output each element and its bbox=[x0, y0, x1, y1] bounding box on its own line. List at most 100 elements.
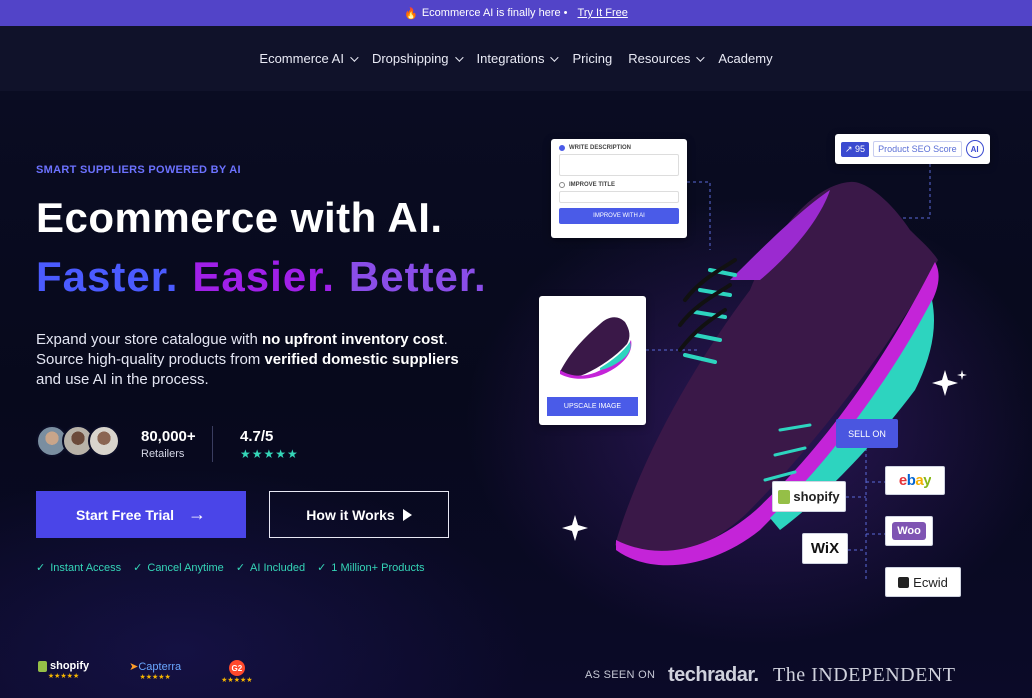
desc-bold: verified domestic suppliers bbox=[264, 351, 459, 368]
nav-integrations[interactable]: Integrations bbox=[476, 51, 560, 66]
ecwid-logo[interactable]: Ecwid bbox=[885, 567, 961, 597]
review-badges: shopify ★★★★★ ➤Capterra ★★★★★ G2 ★★★★★ bbox=[38, 660, 253, 684]
capterra-badge-label: ➤Capterra bbox=[129, 660, 181, 673]
sneaker-thumbnail bbox=[560, 317, 632, 379]
chevron-down-icon bbox=[696, 52, 706, 62]
ecwid-label: Ecwid bbox=[913, 574, 948, 590]
rating-value: 4.7/5 bbox=[240, 428, 274, 445]
check-item: ✓ 1 Million+ Products bbox=[317, 561, 425, 575]
seo-score-label: Product SEO Score bbox=[873, 141, 962, 157]
try-it-free-link[interactable]: Try It Free bbox=[578, 7, 628, 19]
button-label: Start Free Trial bbox=[75, 506, 175, 523]
option-label: IMPROVE TITLE bbox=[569, 182, 616, 188]
shopping-bag-icon bbox=[778, 489, 791, 504]
techradar-logo: techradar. bbox=[668, 664, 759, 686]
ecwid-icon bbox=[898, 576, 910, 588]
shopify-badge-label: shopify bbox=[38, 660, 89, 672]
retailers-stat: 80,000+ Retailers bbox=[141, 428, 196, 460]
fire-icon: 🔥 bbox=[404, 7, 418, 20]
g2-review-badge[interactable]: G2 ★★★★★ bbox=[221, 660, 253, 684]
option-label: WRITE DESCRIPTION bbox=[569, 145, 632, 151]
nav-academy[interactable]: Academy bbox=[718, 51, 772, 66]
nav-label: Ecommerce AI bbox=[259, 51, 344, 66]
check-label: Cancel Anytime bbox=[147, 561, 224, 574]
chevron-down-icon bbox=[350, 52, 359, 62]
title-input[interactable] bbox=[559, 191, 679, 203]
check-label: 1 Million+ Products bbox=[331, 561, 425, 574]
sell-on-badge[interactable]: SELL ON bbox=[836, 419, 898, 448]
shopify-review-badge[interactable]: shopify ★★★★★ bbox=[38, 660, 89, 684]
badge-stars: ★★★★★ bbox=[139, 674, 171, 681]
avatar bbox=[88, 425, 120, 457]
description-textarea[interactable] bbox=[559, 154, 679, 176]
subheadline-word: Better. bbox=[348, 253, 487, 300]
how-it-works-button[interactable]: How it Works bbox=[269, 491, 449, 538]
hero-kicker: SMART SUPPLIERS POWERED BY AI bbox=[36, 164, 241, 176]
nav-dropshipping[interactable]: Dropshipping bbox=[371, 51, 464, 66]
check-label: Instant Access bbox=[50, 561, 122, 574]
nav-label: Dropshipping bbox=[371, 51, 449, 66]
seo-score-value: ↗ 95 bbox=[841, 141, 870, 157]
shopping-bag-icon bbox=[38, 660, 47, 672]
seo-score-card: ↗ 95 Product SEO Score AI bbox=[835, 134, 990, 164]
hero-subheadline: Faster. Easier. Better. bbox=[36, 253, 487, 301]
retailers-label: Retailers bbox=[141, 448, 185, 460]
radio-selected-icon[interactable] bbox=[559, 145, 565, 151]
check-label: AI Included bbox=[250, 561, 306, 574]
nav-label: Resources bbox=[628, 51, 691, 66]
desc-text: Expand your store catalogue with bbox=[36, 331, 262, 348]
arrow-right-icon: → bbox=[188, 504, 207, 524]
subheadline-word: Faster. bbox=[36, 253, 179, 300]
rating-stars: ★★★★★ bbox=[240, 447, 299, 461]
rating-stat: 4.7/5 ★★★★★ bbox=[240, 428, 299, 461]
desc-bold: no upfront inventory cost bbox=[261, 331, 444, 348]
improve-with-ai-button[interactable]: IMPROVE WITH AI bbox=[559, 208, 679, 224]
play-icon bbox=[402, 508, 412, 521]
check-item: ✓ Cancel Anytime bbox=[133, 561, 224, 575]
check-icon: ✓ bbox=[235, 562, 246, 574]
nav-label: Academy bbox=[718, 51, 773, 66]
chevron-down-icon bbox=[550, 52, 560, 62]
woocommerce-logo[interactable]: Woo bbox=[885, 516, 933, 546]
nav-ecommerce-ai[interactable]: Ecommerce AI bbox=[259, 51, 359, 66]
shopify-label: shopify bbox=[793, 489, 840, 504]
nav-pricing[interactable]: Pricing bbox=[572, 51, 612, 66]
divider bbox=[212, 426, 213, 462]
badge-stars: ★★★★★ bbox=[221, 677, 253, 684]
upscale-image-button[interactable]: UPSCALE IMAGE bbox=[547, 397, 638, 416]
customer-avatars bbox=[36, 425, 120, 457]
as-seen-on-label: AS SEEN ON bbox=[585, 669, 656, 681]
independent-logo: The INDEPENDENT bbox=[773, 664, 956, 686]
main-nav: Ecommerce AI Dropshipping Integrations P… bbox=[0, 26, 1032, 91]
ai-icon: AI bbox=[965, 140, 984, 158]
subheadline-word: Easier. bbox=[192, 253, 335, 300]
g2-icon: G2 bbox=[228, 660, 245, 676]
radio-icon[interactable] bbox=[559, 182, 565, 188]
retailers-count: 80,000+ bbox=[141, 428, 196, 445]
nav-label: Integrations bbox=[476, 51, 545, 66]
capterra-review-badge[interactable]: ➤Capterra ★★★★★ bbox=[129, 660, 181, 684]
woo-label: Woo bbox=[892, 522, 926, 540]
chevron-down-icon bbox=[454, 52, 464, 62]
ebay-label: ebay bbox=[898, 472, 932, 489]
start-free-trial-button[interactable]: Start Free Trial → bbox=[36, 491, 246, 538]
badge-name: shopify bbox=[50, 660, 90, 672]
check-item: ✓ AI Included bbox=[235, 561, 306, 575]
nav-label: Pricing bbox=[572, 51, 613, 66]
seo-score-number: 95 bbox=[855, 143, 866, 154]
badge-stars: ★★★★★ bbox=[47, 673, 80, 680]
write-description-card: WRITE DESCRIPTION IMPROVE TITLE IMPROVE … bbox=[551, 139, 687, 238]
check-icon: ✓ bbox=[317, 562, 327, 574]
shopify-logo[interactable]: shopify bbox=[772, 481, 846, 512]
announcement-bar: 🔥 Ecommerce AI is finally here • Try It … bbox=[0, 0, 1032, 26]
ebay-logo[interactable]: ebay bbox=[885, 466, 945, 495]
wix-logo[interactable]: WiX bbox=[802, 533, 848, 564]
button-label: UPSCALE IMAGE bbox=[563, 403, 622, 410]
check-icon: ✓ bbox=[36, 562, 46, 574]
button-label: IMPROVE WITH AI bbox=[593, 213, 645, 219]
check-item: ✓ Instant Access bbox=[36, 561, 122, 575]
announcement-text: Ecommerce AI is finally here • bbox=[421, 7, 568, 19]
nav-resources[interactable]: Resources bbox=[628, 51, 706, 66]
feature-checklist: ✓ Instant Access ✓ Cancel Anytime ✓ AI Incl… bbox=[36, 561, 425, 575]
badge-name: Capterra bbox=[138, 661, 182, 673]
